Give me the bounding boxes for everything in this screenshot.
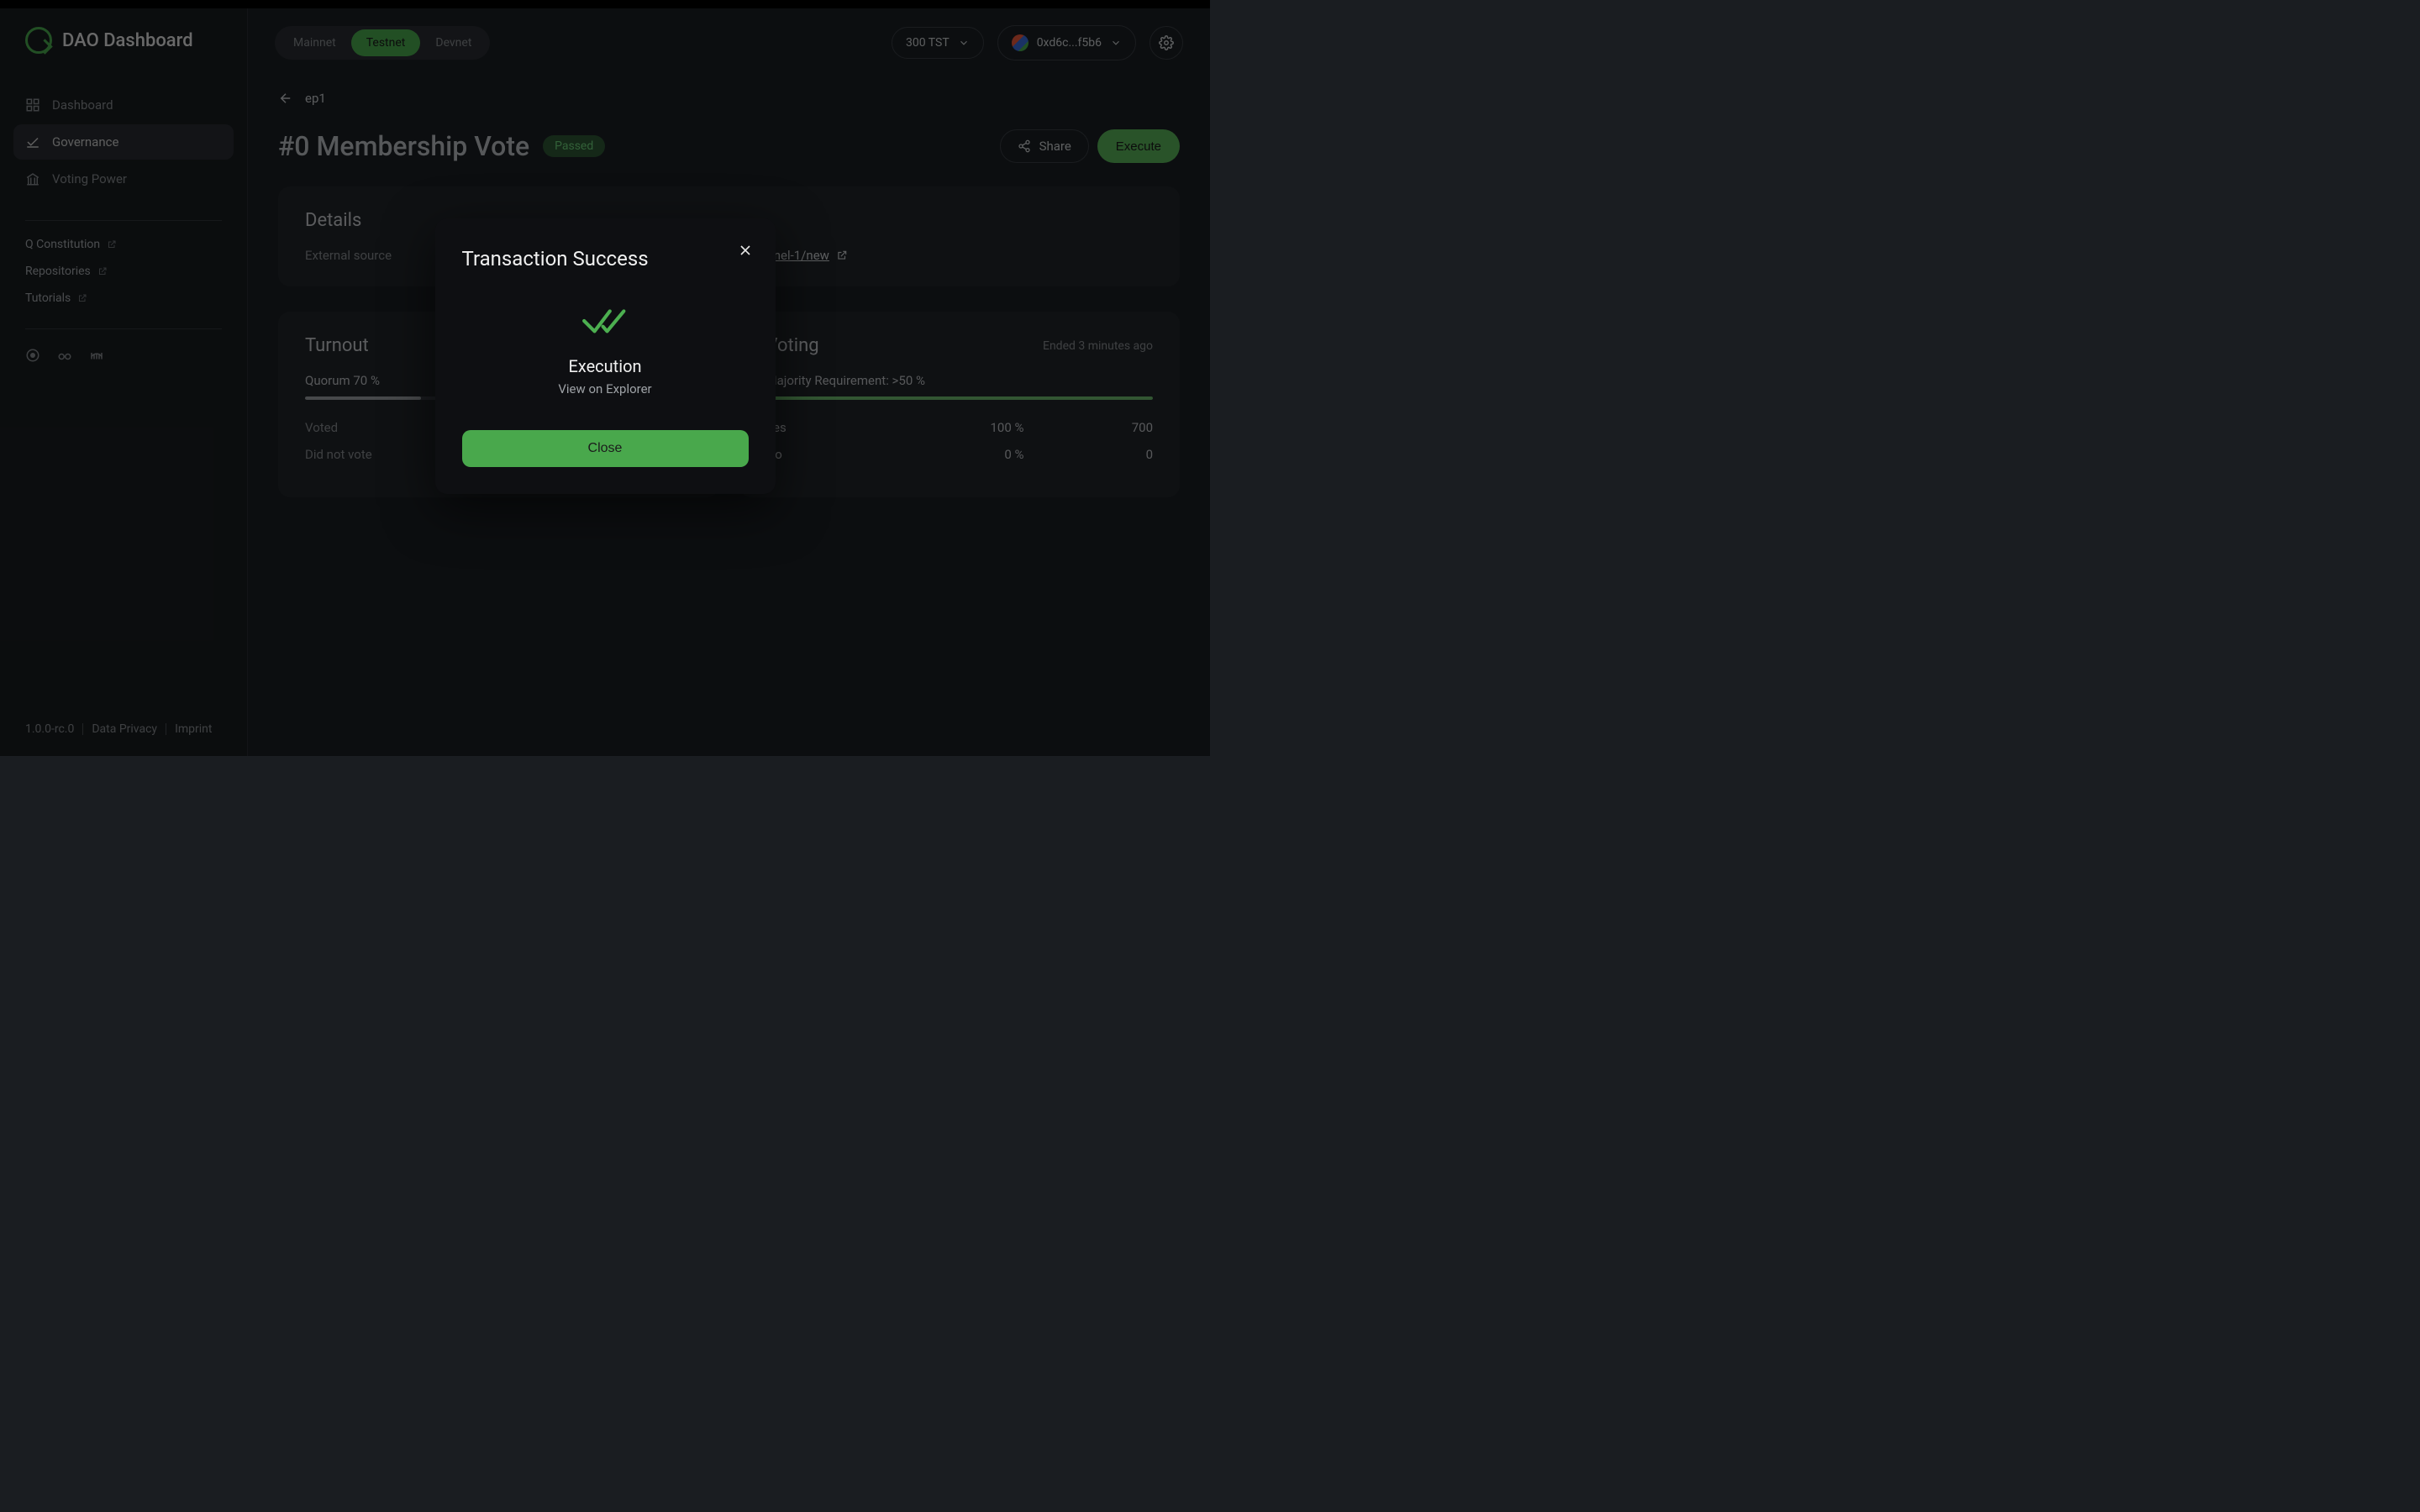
success-check-icon xyxy=(462,304,749,338)
modal-close-button[interactable] xyxy=(737,242,754,259)
modal-title: Transaction Success xyxy=(462,247,749,270)
close-icon xyxy=(737,242,754,259)
modal-explorer-link[interactable]: View on Explorer xyxy=(462,381,749,396)
modal-close-primary-button[interactable]: Close xyxy=(462,430,749,467)
transaction-success-modal: Transaction Success Execution View on Ex… xyxy=(435,218,776,494)
modal-subtitle: Execution xyxy=(462,356,749,376)
modal-overlay[interactable]: Transaction Success Execution View on Ex… xyxy=(0,0,1210,756)
